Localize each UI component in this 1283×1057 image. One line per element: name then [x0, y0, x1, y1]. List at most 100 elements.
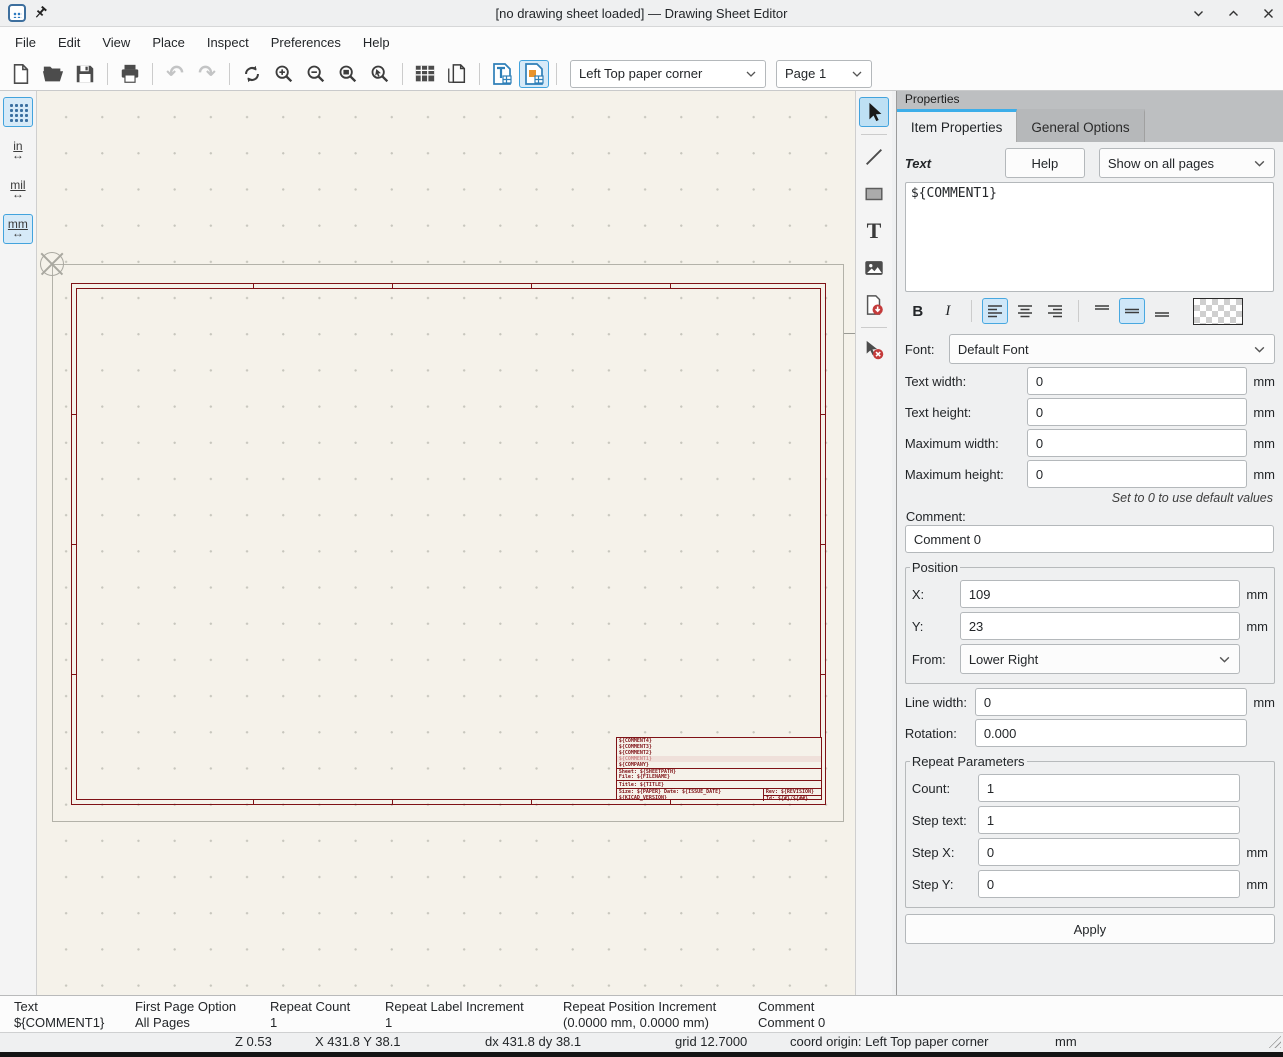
delete-tool-button[interactable] [859, 335, 889, 365]
title-block-title[interactable]: Title: ${TITLE} [617, 780, 821, 788]
align-left-button[interactable] [982, 298, 1008, 324]
text-height-input[interactable] [1027, 398, 1247, 426]
maximize-icon[interactable] [1227, 7, 1240, 20]
position-x-input[interactable] [960, 580, 1240, 608]
new-sheet-icon[interactable] [6, 60, 36, 88]
valign-bottom-button[interactable] [1149, 298, 1175, 324]
show-placeholder-text-icon[interactable] [487, 60, 517, 88]
menubar: File Edit View Place Inspect Preferences… [0, 27, 1283, 57]
grid-toggle-button[interactable] [3, 97, 33, 127]
title-block-id[interactable]: Id: ${#}/${##} [764, 796, 821, 802]
properties-tabs: Item Properties General Options [897, 109, 1283, 142]
double-arrow-icon: ↔ [12, 189, 24, 200]
max-width-input[interactable] [1027, 429, 1247, 457]
repeat-count-input[interactable] [978, 774, 1240, 802]
position-x-unit: mm [1240, 587, 1268, 602]
add-image-tool-button[interactable] [859, 253, 889, 283]
units-inches-button[interactable]: in ↔ [3, 136, 33, 166]
font-value: Default Font [958, 342, 1029, 357]
text-content-input[interactable]: ${COMMENT1} [905, 182, 1274, 292]
toolbar-separator [152, 63, 153, 85]
minimize-icon[interactable] [1192, 7, 1205, 20]
zoom-fit-icon[interactable] [333, 60, 363, 88]
chevron-down-icon [1253, 343, 1266, 356]
step-text-input[interactable] [978, 806, 1240, 834]
position-legend: Position [910, 560, 960, 575]
italic-button[interactable]: I [935, 298, 961, 324]
preview-settings-icon[interactable] [410, 60, 440, 88]
apply-button[interactable]: Apply [905, 914, 1275, 944]
zoom-selection-icon[interactable] [365, 60, 395, 88]
menu-view[interactable]: View [91, 31, 141, 54]
step-x-input[interactable] [978, 838, 1240, 866]
menu-help[interactable]: Help [352, 31, 401, 54]
line-width-unit: mm [1247, 695, 1275, 710]
step-text-label: Step text: [912, 813, 978, 828]
menu-edit[interactable]: Edit [47, 31, 91, 54]
draw-line-tool-button[interactable] [859, 142, 889, 172]
show-preview-data-icon[interactable] [519, 60, 549, 88]
print-icon[interactable] [115, 60, 145, 88]
title-block-rev[interactable]: Rev: ${REVISION} [764, 789, 821, 796]
tab-item-properties[interactable]: Item Properties [897, 109, 1018, 142]
coord-origin-value: Left Top paper corner [579, 66, 702, 81]
menu-inspect[interactable]: Inspect [196, 31, 260, 54]
refresh-icon[interactable] [237, 60, 267, 88]
zoom-out-icon[interactable] [301, 60, 331, 88]
undo-icon[interactable]: ↶ [160, 60, 190, 88]
zoom-in-icon[interactable] [269, 60, 299, 88]
menu-file[interactable]: File [4, 31, 47, 54]
rotation-input[interactable] [975, 719, 1247, 747]
line-width-input[interactable] [975, 688, 1247, 716]
text-color-swatch[interactable] [1193, 298, 1243, 325]
align-center-button[interactable] [1012, 298, 1038, 324]
open-sheet-icon[interactable] [38, 60, 68, 88]
info-comment-col: Comment Comment 0 [758, 999, 825, 1030]
title-block[interactable]: ${COMMENT4} ${COMMENT3} ${COMMENT2} ${CO… [616, 737, 822, 800]
position-x-label: X: [912, 587, 960, 602]
units-mils-button[interactable]: mil ↔ [3, 175, 33, 205]
draw-rectangle-tool-button[interactable] [859, 179, 889, 209]
menu-preferences[interactable]: Preferences [260, 31, 352, 54]
valign-top-button[interactable] [1089, 298, 1115, 324]
left-toolbar: in ↔ mil ↔ mm ↔ [0, 91, 37, 995]
comment-input[interactable] [905, 525, 1274, 553]
select-tool-button[interactable] [859, 97, 889, 127]
valign-middle-button[interactable] [1119, 298, 1145, 324]
visibility-select[interactable]: Show on all pages [1099, 148, 1275, 178]
page-settings-icon[interactable] [442, 60, 472, 88]
valign-bottom-icon [1154, 304, 1170, 318]
pin-icon[interactable] [34, 6, 48, 20]
position-y-input[interactable] [960, 612, 1240, 640]
step-y-label: Step Y: [912, 877, 978, 892]
append-sheet-tool-button[interactable] [859, 290, 889, 320]
text-width-input[interactable] [1027, 367, 1247, 395]
position-from-value: Lower Right [969, 652, 1038, 667]
bold-button[interactable]: B [905, 298, 931, 324]
properties-panel-title[interactable]: Properties [897, 91, 1283, 109]
text-height-label: Text height: [905, 405, 1027, 420]
window-title: [no drawing sheet loaded] — Drawing Shee… [228, 6, 1055, 21]
resize-grip[interactable] [1267, 1034, 1281, 1048]
save-icon[interactable] [70, 60, 100, 88]
align-right-button[interactable] [1042, 298, 1068, 324]
position-from-select[interactable]: Lower Right [960, 644, 1240, 674]
position-group: Position X: mm Y: mm From: Lower [905, 560, 1275, 684]
coord-origin-select[interactable]: Left Top paper corner [570, 60, 766, 88]
drawing-canvas[interactable]: ${COMMENT4} ${COMMENT3} ${COMMENT2} ${CO… [37, 91, 855, 995]
max-height-input[interactable] [1027, 460, 1247, 488]
add-text-tool-button[interactable]: T [859, 216, 889, 246]
close-icon[interactable] [1262, 7, 1275, 20]
help-button[interactable]: Help [1005, 148, 1085, 178]
units-mm-button[interactable]: mm ↔ [3, 214, 33, 244]
tab-general-options[interactable]: General Options [1017, 109, 1144, 142]
step-y-input[interactable] [978, 870, 1240, 898]
origin-crosshair [40, 252, 64, 276]
title-block-kicad-version[interactable]: ${KICAD_VERSION} [617, 795, 763, 801]
cursor-icon [863, 101, 885, 123]
menu-place[interactable]: Place [141, 31, 196, 54]
redo-icon[interactable]: ↷ [192, 60, 222, 88]
page-select[interactable]: Page 1 [776, 60, 872, 88]
font-select[interactable]: Default Font [949, 334, 1275, 364]
delete-cursor-icon [863, 339, 885, 361]
